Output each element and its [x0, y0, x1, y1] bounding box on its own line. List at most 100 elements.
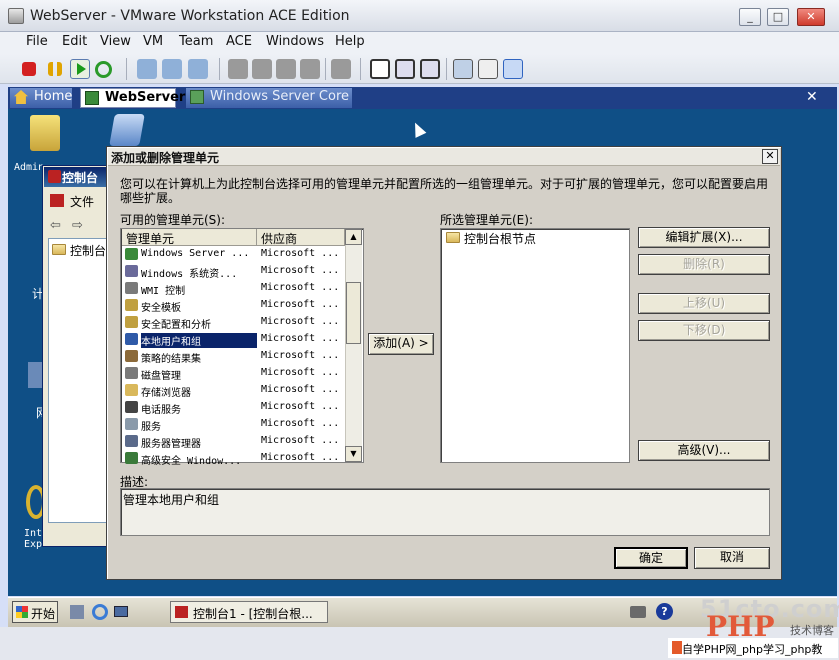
snapin-list-item[interactable]: WMI 控制 Microsoft ...: [122, 280, 344, 297]
keyboard-icon[interactable]: [630, 606, 646, 618]
cancel-button[interactable]: 取消: [694, 547, 770, 569]
user-folder-icon[interactable]: [30, 115, 60, 151]
menu-ace[interactable]: ACE: [226, 34, 252, 49]
snapin-list-item[interactable]: 服务器管理器 Microsoft ...: [122, 433, 344, 450]
taskbar-item-mmc[interactable]: 控制台1 - [控制台根...: [170, 601, 328, 623]
power-off-icon[interactable]: [22, 62, 36, 76]
ie-quicklaunch-icon[interactable]: [92, 604, 108, 620]
snapin-name: 电话服务: [141, 405, 181, 416]
window-close-button[interactable]: ✕: [797, 8, 825, 26]
snapin-vendor: Microsoft ...: [261, 248, 340, 259]
tab-windows-server-core[interactable]: Windows Server Core: [186, 88, 352, 108]
move-up-button[interactable]: 上移(U): [638, 293, 770, 314]
snapin-name: 磁盘管理: [141, 371, 181, 382]
selected-snapins-list[interactable]: [440, 228, 630, 463]
help-icon[interactable]: ?: [656, 603, 673, 620]
scroll-down-icon[interactable]: ▼: [345, 446, 362, 462]
column-header-name[interactable]: 管理单元: [122, 229, 257, 246]
snapin-list-item[interactable]: Windows 系统资... Microsoft ...: [122, 263, 344, 280]
tab-webserver[interactable]: WebServer: [80, 88, 185, 108]
snapin-list-item[interactable]: 磁盘管理 Microsoft ...: [122, 365, 344, 382]
lan-segment-icon[interactable]: [276, 59, 296, 79]
power-on-button[interactable]: [70, 59, 90, 79]
revert-snapshot-icon[interactable]: [162, 59, 182, 79]
snapin-list-item[interactable]: 本地用户和组 Microsoft ...: [122, 331, 344, 348]
add-button[interactable]: 添加(A) >: [368, 333, 434, 355]
watermark-caption: 自学PHP网_php学习_php教: [668, 638, 838, 658]
start-label: 开始: [31, 607, 56, 621]
snapshot-manager-icon[interactable]: [188, 59, 208, 79]
full-screen-icon[interactable]: [395, 59, 415, 79]
mmc-tree-pane: [48, 238, 108, 523]
folder-icon: [446, 232, 460, 243]
snapin-list-item[interactable]: 安全模板 Microsoft ...: [122, 297, 344, 314]
quick-switch-icon[interactable]: [420, 59, 440, 79]
available-snapins-label: 可用的管理单元(S):: [120, 213, 226, 227]
snapin-list-item[interactable]: Windows Server ... Microsoft ...: [122, 246, 344, 263]
computer-icon[interactable]: [109, 114, 145, 146]
column-header-vendor[interactable]: 供应商: [257, 229, 345, 246]
snapin-list-item[interactable]: 安全配置和分析 Microsoft ...: [122, 314, 344, 331]
team-settings-icon[interactable]: [252, 59, 272, 79]
menu-view[interactable]: View: [100, 34, 131, 49]
snapshot-icon[interactable]: [137, 59, 157, 79]
network-icon[interactable]: [300, 59, 320, 79]
team-icon[interactable]: [228, 59, 248, 79]
show-desktop-icon[interactable]: [114, 606, 128, 617]
start-button[interactable]: 开始: [12, 601, 58, 623]
snapin-vendor: Microsoft ...: [261, 316, 340, 327]
snapin-list-item[interactable]: 存储浏览器 Microsoft ...: [122, 382, 344, 399]
sidebar-view-icon[interactable]: [370, 59, 390, 79]
tabs-view-icon[interactable]: [503, 59, 523, 79]
snapin-list-item[interactable]: 策略的结果集 Microsoft ...: [122, 348, 344, 365]
scrollbar-thumb[interactable]: [346, 282, 361, 344]
watermark-tagline: 技术博客: [790, 624, 834, 637]
ok-button[interactable]: 确定: [614, 547, 688, 569]
maximize-button[interactable]: □: [767, 8, 789, 26]
play-icon: [77, 63, 86, 75]
snapin-icon: [125, 418, 138, 430]
mmc-tree-node[interactable]: 控制台: [70, 242, 106, 259]
minimize-button[interactable]: _: [739, 8, 761, 26]
advanced-button[interactable]: 高级(V)...: [638, 440, 770, 461]
toolbar-separator: [446, 58, 447, 80]
forward-arrow-icon[interactable]: ⇨: [72, 218, 83, 233]
mmc-icon: [48, 170, 61, 183]
tab-home[interactable]: Home: [10, 88, 72, 108]
menu-help[interactable]: Help: [335, 34, 365, 49]
remove-button[interactable]: 删除(R): [638, 254, 770, 275]
snapin-name: 服务器管理器: [141, 439, 201, 450]
console-view-icon[interactable]: [453, 59, 473, 79]
mmc-icon: [175, 606, 188, 618]
send-keys-icon[interactable]: [331, 59, 351, 79]
toolbar-separator: [219, 58, 220, 80]
dialog-intro-text: 您可以在计算机上为此控制台选择可用的管理单元并配置所选的一组管理单元。对于可扩展…: [120, 177, 769, 205]
suspend-icon[interactable]: [48, 62, 62, 76]
dialog-close-button[interactable]: ✕: [762, 149, 778, 164]
vertical-scrollbar[interactable]: [345, 229, 362, 462]
menu-edit[interactable]: Edit: [62, 34, 87, 49]
reset-icon[interactable]: [95, 61, 112, 78]
snapin-icon: [125, 367, 138, 379]
summary-view-icon[interactable]: [478, 59, 498, 79]
snapin-icon: [125, 282, 138, 294]
mmc-menu-file[interactable]: 文件: [70, 193, 94, 210]
snapin-icon: [125, 350, 138, 362]
snapin-icon: [125, 265, 138, 277]
snapin-list-item[interactable]: 高级安全 Window... Microsoft ...: [122, 450, 344, 467]
move-down-button[interactable]: 下移(D): [638, 320, 770, 341]
console-root-node[interactable]: 控制台根节点: [464, 230, 536, 247]
edit-extensions-button[interactable]: 编辑扩展(X)...: [638, 227, 770, 248]
snapin-list-item[interactable]: 电话服务 Microsoft ...: [122, 399, 344, 416]
menu-windows[interactable]: Windows: [266, 34, 324, 49]
vmware-app-icon: [8, 8, 24, 24]
close-tab-icon[interactable]: ✕: [806, 89, 818, 105]
snapin-list-item[interactable]: 服务 Microsoft ...: [122, 416, 344, 433]
scroll-up-icon[interactable]: ▲: [345, 229, 362, 245]
menu-team[interactable]: Team: [179, 34, 213, 49]
back-arrow-icon[interactable]: ⇦: [50, 218, 61, 233]
server-manager-icon[interactable]: [70, 605, 84, 619]
menu-vm[interactable]: VM: [143, 34, 163, 49]
menu-file[interactable]: File: [26, 34, 48, 49]
tab-label: Home: [34, 89, 73, 104]
